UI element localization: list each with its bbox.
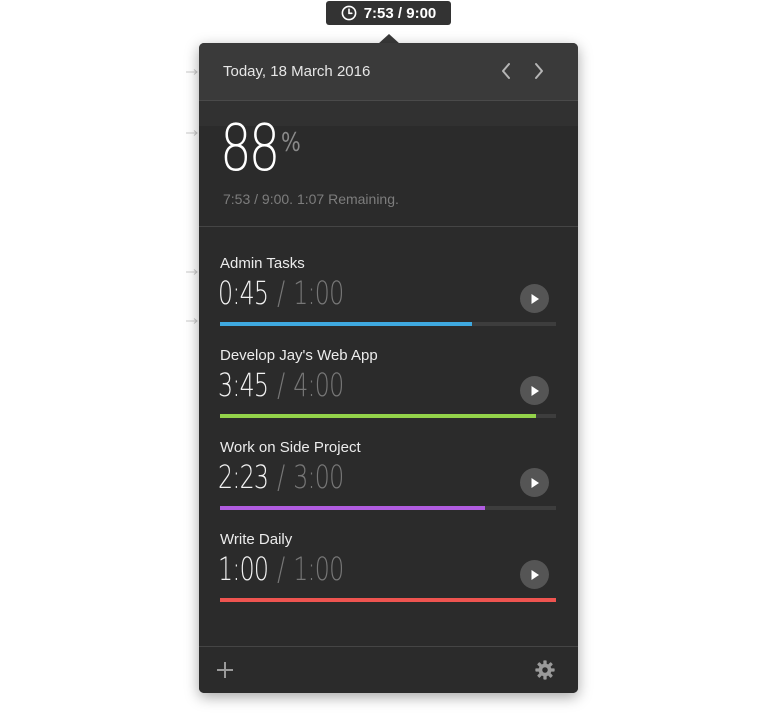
add-task-button[interactable] <box>215 660 235 680</box>
task-progress-track <box>220 414 556 418</box>
clock-icon <box>341 5 357 21</box>
task-target: 4:00 <box>293 366 344 404</box>
task-item: Develop Jay's Web App 3:45/4:00 <box>199 347 578 437</box>
chevron-right-icon <box>535 63 543 79</box>
play-icon <box>531 293 539 304</box>
timer-popover: Today, 18 March 2016 88 % 7:53 / 9:00. 1… <box>199 43 578 693</box>
play-button[interactable] <box>520 468 549 497</box>
task-progress-track <box>220 322 556 326</box>
previous-day-button[interactable] <box>495 60 517 82</box>
task-item: Work on Side Project 2:23/3:00 <box>199 439 578 529</box>
task-time: 3:45/4:00 <box>218 366 344 404</box>
hint-arrow-icon <box>186 130 198 136</box>
percent-sign: % <box>281 128 301 158</box>
play-button[interactable] <box>520 376 549 405</box>
task-time: 1:00/1:00 <box>218 550 344 588</box>
task-item: Write Daily 1:00/1:00 <box>199 531 578 621</box>
gear-icon <box>535 660 555 680</box>
task-progress-fill <box>220 414 536 418</box>
task-name: Write Daily <box>220 531 293 548</box>
date-header: Today, 18 March 2016 <box>199 43 578 101</box>
next-day-button[interactable] <box>528 60 550 82</box>
percent-complete: 88 <box>220 112 280 186</box>
task-time: 0:45/1:00 <box>218 274 344 312</box>
settings-button[interactable] <box>534 659 556 681</box>
play-icon <box>531 569 539 580</box>
menubar-time-label: 7:53 / 9:00 <box>363 4 437 22</box>
task-item: Admin Tasks 0:45/1:00 <box>199 255 578 345</box>
task-name: Admin Tasks <box>220 255 305 272</box>
hint-arrow-icon <box>186 69 198 75</box>
task-target: 3:00 <box>293 458 344 496</box>
menubar-timer-button[interactable]: 7:53 / 9:00 <box>326 1 451 25</box>
task-elapsed: 1:00 <box>218 550 269 588</box>
task-elapsed: 2:23 <box>218 458 269 496</box>
task-time-separator: / <box>277 366 285 404</box>
task-progress-track <box>220 598 556 602</box>
task-elapsed: 0:45 <box>218 274 269 312</box>
task-progress-fill <box>220 506 486 510</box>
task-progress-fill <box>220 598 556 602</box>
summary-status: 7:53 / 9:00. 1:07 Remaining. <box>223 191 399 207</box>
play-button[interactable] <box>520 284 549 313</box>
task-name: Develop Jay's Web App <box>220 347 378 364</box>
task-elapsed: 3:45 <box>218 366 269 404</box>
current-date: Today, 18 March 2016 <box>223 63 371 80</box>
popover-footer <box>199 646 578 693</box>
plus-icon <box>217 662 233 678</box>
hint-arrow-icon <box>186 318 198 324</box>
play-icon <box>531 477 539 488</box>
play-button[interactable] <box>520 560 549 589</box>
task-time-separator: / <box>277 550 285 588</box>
play-icon <box>531 385 539 396</box>
daily-summary: 88 % 7:53 / 9:00. 1:07 Remaining. <box>199 101 578 227</box>
task-time: 2:23/3:00 <box>218 458 344 496</box>
task-progress-track <box>220 506 556 510</box>
task-time-separator: / <box>277 458 285 496</box>
chevron-left-icon <box>502 63 510 79</box>
task-target: 1:00 <box>293 274 344 312</box>
task-name: Work on Side Project <box>220 439 361 456</box>
task-progress-fill <box>220 322 472 326</box>
hint-arrow-icon <box>186 269 198 275</box>
task-time-separator: / <box>277 274 285 312</box>
task-target: 1:00 <box>293 550 344 588</box>
